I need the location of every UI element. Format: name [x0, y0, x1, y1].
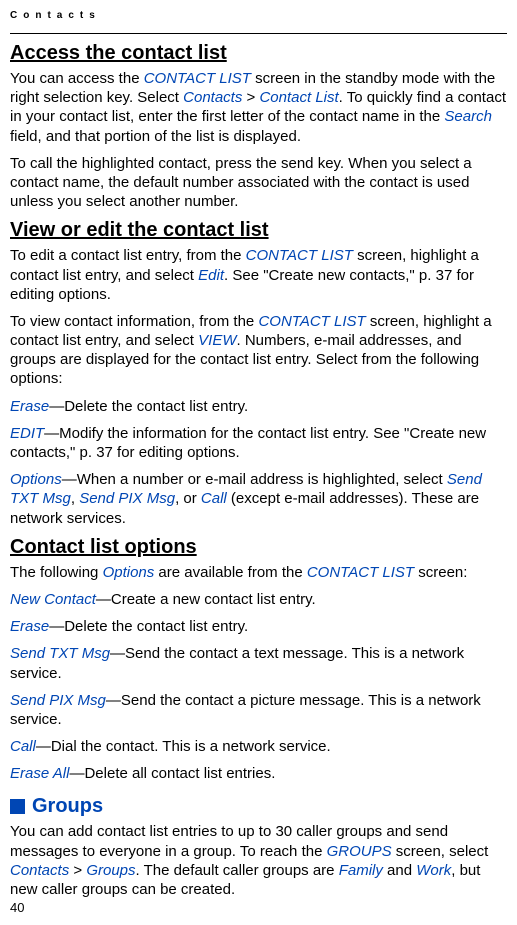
- kw-erase: Erase: [10, 398, 49, 415]
- text: and: [383, 862, 416, 879]
- kw-groups: GROUPS: [327, 843, 392, 860]
- para-clo-1: The following Options are available from…: [10, 563, 507, 582]
- kw-erase: Erase: [10, 618, 49, 635]
- heading-groups-row: Groups: [10, 795, 507, 818]
- text: screen:: [414, 564, 467, 581]
- text: —Delete all contact list entries.: [69, 765, 275, 782]
- para-view-1: To edit a contact list entry, from the C…: [10, 246, 507, 304]
- kw-options: Options: [10, 471, 62, 488]
- kw-groups: Groups: [86, 862, 135, 879]
- kw-call: Call: [201, 490, 227, 507]
- square-bullet-icon: [10, 799, 25, 814]
- divider: [10, 33, 507, 34]
- kw-work: Work: [416, 862, 451, 879]
- item-options: Options—When a number or e-mail address …: [10, 470, 507, 528]
- text: —Delete the contact list entry.: [49, 398, 248, 415]
- kw-send-pix: Send PIX Msg: [10, 692, 106, 709]
- kw-erase-all: Erase All: [10, 765, 69, 782]
- kw-contact-list: CONTACT LIST: [307, 564, 414, 581]
- item-new-contact: New Contact—Create a new contact list en…: [10, 590, 507, 609]
- text: To edit a contact list entry, from the: [10, 247, 246, 264]
- page-number: 40: [10, 900, 24, 915]
- text: —When a number or e-mail address is high…: [62, 471, 447, 488]
- page-header: Contacts: [10, 10, 507, 21]
- kw-contacts: Contacts: [183, 89, 242, 106]
- text: >: [69, 862, 86, 879]
- para-view-2: To view contact information, from the CO…: [10, 312, 507, 389]
- kw-edit: Edit: [198, 267, 224, 284]
- text: To view contact information, from the: [10, 313, 258, 330]
- text: are available from the: [154, 564, 307, 581]
- heading-view: View or edit the contact list: [10, 219, 507, 242]
- text: >: [242, 89, 259, 106]
- item-erase: Erase—Delete the contact list entry.: [10, 397, 507, 416]
- kw-contact-list: CONTACT LIST: [144, 70, 251, 87]
- text: You can access the: [10, 70, 144, 87]
- text: field, and that portion of the list is d…: [10, 128, 301, 145]
- kw-new-contact: New Contact: [10, 591, 96, 608]
- text: The following: [10, 564, 103, 581]
- kw-edit: EDIT: [10, 425, 44, 442]
- kw-view: VIEW: [198, 332, 236, 349]
- kw-family: Family: [339, 862, 383, 879]
- kw-contact-list: CONTACT LIST: [258, 313, 365, 330]
- para-groups-1: You can add contact list entries to up t…: [10, 822, 507, 899]
- text: —Dial the contact. This is a network ser…: [36, 738, 331, 755]
- heading-clo: Contact list options: [10, 536, 507, 559]
- item-erase: Erase—Delete the contact list entry.: [10, 617, 507, 636]
- item-send-pix: Send PIX Msg—Send the contact a picture …: [10, 691, 507, 729]
- kw-send-pix: Send PIX Msg: [79, 490, 175, 507]
- kw-contacts: Contacts: [10, 862, 69, 879]
- item-send-txt: Send TXT Msg—Send the contact a text mes…: [10, 644, 507, 682]
- text: . The default caller groups are: [136, 862, 339, 879]
- text: ,: [71, 490, 79, 507]
- text: screen, select: [392, 843, 489, 860]
- kw-options: Options: [103, 564, 155, 581]
- kw-send-txt: Send TXT Msg: [10, 645, 110, 662]
- kw-contact-list: Contact List: [259, 89, 338, 106]
- item-call: Call—Dial the contact. This is a network…: [10, 737, 507, 756]
- heading-access: Access the contact list: [10, 42, 507, 65]
- para-access-2: To call the highlighted contact, press t…: [10, 154, 507, 212]
- kw-search: Search: [444, 108, 492, 125]
- text: —Delete the contact list entry.: [49, 618, 248, 635]
- item-erase-all: Erase All—Delete all contact list entrie…: [10, 764, 507, 783]
- item-edit: EDIT—Modify the information for the cont…: [10, 424, 507, 462]
- text: , or: [175, 490, 201, 507]
- text: —Modify the information for the contact …: [10, 425, 486, 461]
- para-access-1: You can access the CONTACT LIST screen i…: [10, 69, 507, 146]
- kw-contact-list: CONTACT LIST: [246, 247, 353, 264]
- text: —Create a new contact list entry.: [96, 591, 316, 608]
- kw-call: Call: [10, 738, 36, 755]
- heading-groups: Groups: [32, 795, 103, 818]
